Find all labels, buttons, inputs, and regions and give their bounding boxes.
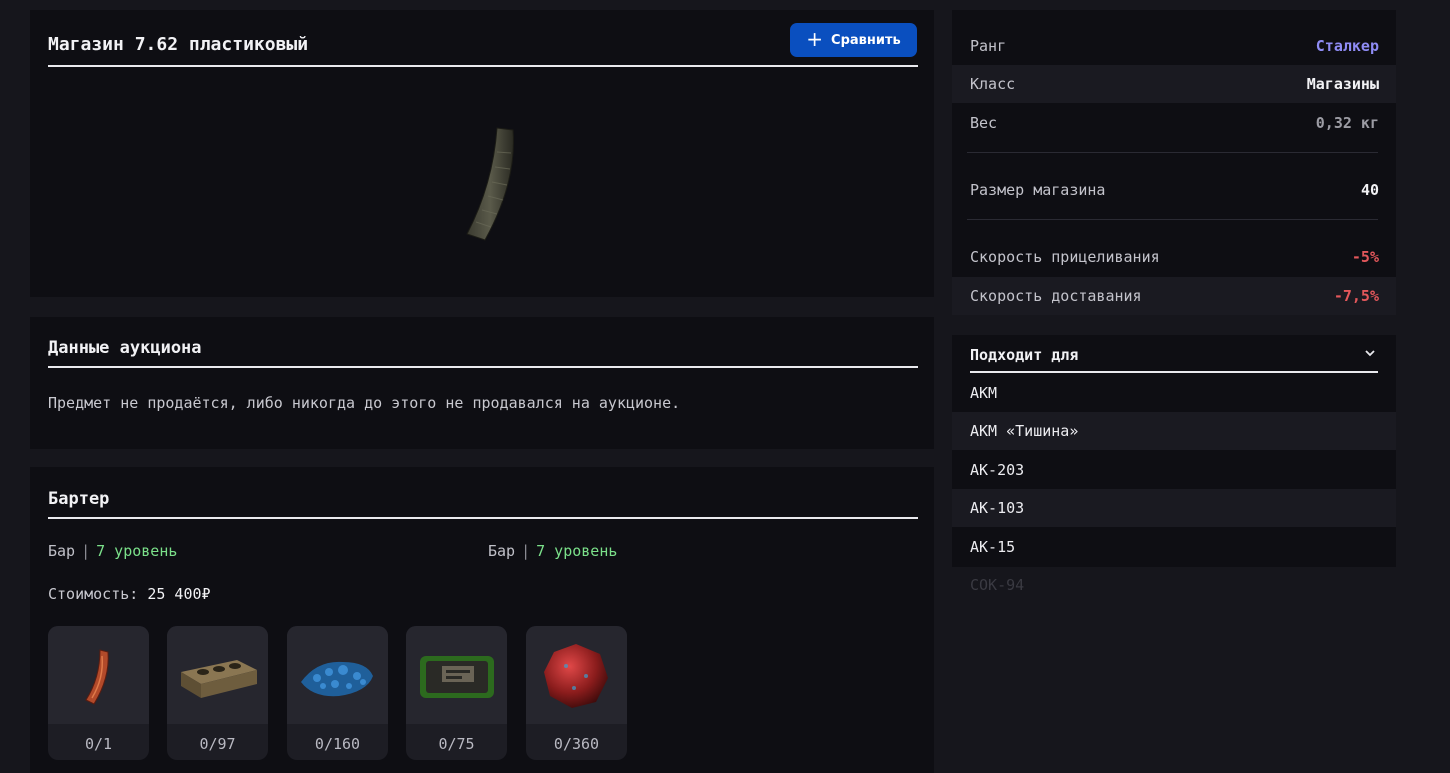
auction-message: Предмет не продаётся, либо никогда до эт… [48, 394, 681, 412]
brick-block-icon [181, 660, 257, 698]
fits-panel: Подходит для АКМ АКМ «Тишина» АК-203 АК-… [952, 335, 1396, 567]
barter-item-card[interactable]: 0/360 [526, 626, 627, 760]
fits-item[interactable]: АК-103 [952, 489, 1396, 527]
stat-value: -7,5% [1333, 287, 1379, 305]
offer-level: 7 уровень [536, 542, 618, 560]
barter-offer: Бар | 7 уровень [48, 542, 178, 560]
stat-value: Магазины [1306, 75, 1379, 93]
chevron-down-icon[interactable] [1364, 347, 1376, 359]
barter-qty: 0/75 [438, 735, 475, 753]
orange-magazine-icon [85, 649, 109, 705]
stat-label: Размер магазина [970, 181, 1106, 199]
fits-title[interactable]: Подходит для [970, 346, 1078, 364]
magazine-image [466, 127, 514, 241]
cost-value: 25 400₽ [147, 585, 211, 603]
barter-item-card[interactable]: 0/97 [167, 626, 268, 760]
barter-title: Бартер [48, 489, 110, 509]
fits-item[interactable]: АКМ [952, 374, 1396, 412]
red-artifact-icon [544, 644, 608, 708]
barter-qty: 0/97 [199, 735, 236, 753]
stat-value: 0,32 кг [1315, 114, 1379, 132]
stat-row-class: Класс Магазины [952, 65, 1396, 103]
item-title: Магазин 7.62 пластиковый [48, 34, 309, 55]
barter-cost: Стоимость: 25 400₽ [48, 585, 211, 603]
barter-qty: 0/360 [553, 735, 600, 753]
barter-item-card[interactable]: 0/75 [406, 626, 507, 760]
barter-item-card[interactable]: 0/160 [287, 626, 388, 760]
item-panel: Магазин 7.62 пластиковый + Сравнить [30, 10, 934, 297]
stat-label: Скорость прицеливания [970, 248, 1160, 266]
stat-row-mag-size: Размер магазина 40 [952, 171, 1396, 209]
barter-panel: Бартер Бар | 7 уровень Бар | 7 уровень Стоим… [30, 467, 934, 773]
stat-label: Ранг [970, 37, 1007, 55]
plus-icon: + [806, 27, 824, 51]
stat-value: 40 [1360, 181, 1379, 199]
offer-level: 7 уровень [96, 542, 178, 560]
fits-item[interactable]: АК-15 [952, 528, 1396, 566]
stats-panel: Ранг Сталкер Класс Магазины Вес 0,32 кг … [952, 10, 1396, 315]
barter-qty: 0/160 [314, 735, 361, 753]
stats-divider [967, 219, 1378, 220]
stat-row-rank: Ранг Сталкер [952, 27, 1396, 65]
barter-underline [48, 517, 918, 519]
fits-item-faded[interactable]: СОК-94 [970, 576, 1024, 594]
auction-panel: Данные аукциона Предмет не продаётся, ли… [30, 317, 934, 449]
title-underline [48, 65, 918, 67]
cost-label: Стоимость: [48, 585, 139, 603]
fits-item[interactable]: АК-203 [952, 451, 1396, 489]
barter-offer: Бар | 7 уровень [488, 542, 618, 560]
stat-row-weight: Вес 0,32 кг [952, 104, 1396, 142]
blue-crystals-icon [301, 661, 373, 697]
compare-button[interactable]: + Сравнить [790, 23, 917, 57]
stats-divider [967, 152, 1378, 153]
stat-label: Класс [970, 75, 1016, 93]
compare-label: Сравнить [831, 32, 901, 48]
green-device-icon [420, 656, 494, 698]
stat-label: Вес [970, 114, 998, 132]
barter-item-card[interactable]: 0/1 [48, 626, 149, 760]
auction-underline [48, 366, 918, 368]
offer-place: Бар [488, 542, 516, 560]
fits-item[interactable]: АКМ «Тишина» [952, 412, 1396, 450]
stat-row-aim-speed: Скорость прицеливания -5% [952, 238, 1396, 276]
fits-underline [970, 371, 1378, 373]
stat-row-draw-speed: Скорость доставания -7,5% [952, 277, 1396, 315]
stat-value: Сталкер [1315, 37, 1379, 55]
stat-label: Скорость доставания [970, 287, 1142, 305]
stat-value: -5% [1351, 248, 1379, 266]
auction-title: Данные аукциона [48, 338, 202, 358]
barter-qty: 0/1 [84, 735, 113, 753]
offer-place: Бар [48, 542, 76, 560]
